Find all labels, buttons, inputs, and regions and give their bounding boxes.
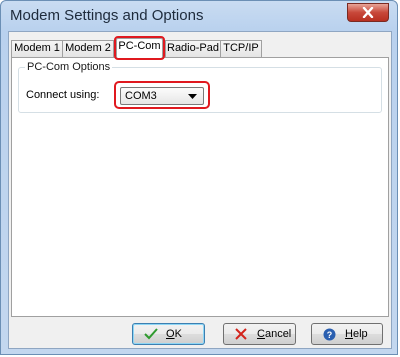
group-label: PC-Com Options [25, 61, 113, 73]
pc-com-options-group: PC-Com Options Connect using: COM3 [18, 61, 382, 113]
help-button[interactable]: ? Help [311, 323, 383, 345]
connect-using-select[interactable]: COM3 [120, 87, 204, 105]
close-icon [362, 7, 374, 18]
modem-settings-window: Modem Settings and Options Modem 1 Modem… [0, 0, 398, 355]
tab-tcp-ip[interactable]: TCP/IP [220, 40, 262, 57]
cancel-button[interactable]: Cancel [223, 323, 296, 345]
dialog-client-area: Modem 1 Modem 2 PC-Com Radio-Pad TCP/IP … [8, 31, 392, 349]
connect-using-label: Connect using: [26, 89, 100, 101]
connect-using-value: COM3 [125, 90, 157, 102]
button-row: OK Cancel ? Help [9, 323, 391, 345]
ok-button[interactable]: OK [132, 323, 205, 345]
title-bar[interactable]: Modem Settings and Options [1, 1, 397, 31]
connect-using-highlight: COM3 [114, 81, 210, 109]
svg-text:?: ? [327, 330, 333, 340]
ok-label: OK [166, 328, 182, 340]
cancel-x-icon [235, 328, 247, 340]
tab-radio-pad[interactable]: Radio-Pad [165, 40, 221, 57]
close-button[interactable] [347, 3, 389, 22]
window-title: Modem Settings and Options [10, 7, 204, 24]
help-icon: ? [323, 328, 336, 341]
tab-modem-1[interactable]: Modem 1 [11, 40, 63, 57]
tab-modem-2[interactable]: Modem 2 [62, 40, 114, 57]
tab-panel-pc-com: PC-Com Options Connect using: COM3 [11, 57, 389, 317]
chevron-down-icon [188, 94, 197, 99]
cancel-label: Cancel [257, 328, 292, 340]
checkmark-icon [144, 328, 158, 340]
help-label: Help [345, 328, 368, 340]
tab-pc-com[interactable]: PC-Com [114, 36, 165, 60]
